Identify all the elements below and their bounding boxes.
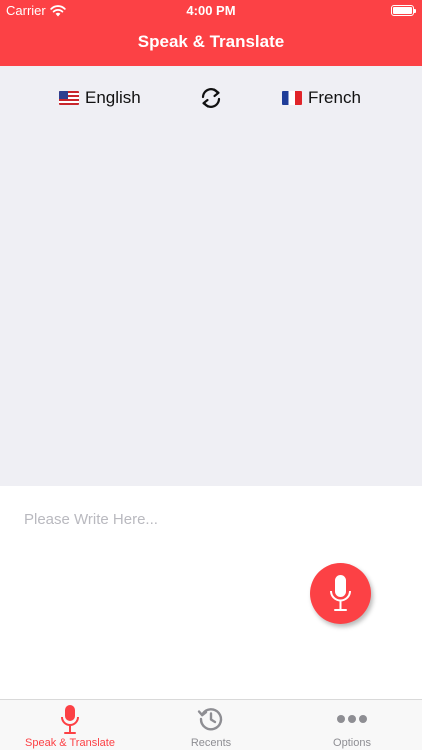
input-panel [0, 486, 422, 699]
app-header: Carrier 4:00 PM Speak & Translate [0, 0, 422, 66]
source-language-label: English [85, 88, 141, 107]
tab-label: Options [333, 737, 371, 749]
tab-recents[interactable]: Recents [141, 700, 281, 750]
microphone-icon [61, 705, 79, 734]
battery-icon [391, 5, 416, 16]
us-flag-icon [59, 91, 79, 105]
translation-output-area: English French [0, 66, 422, 486]
status-time: 4:00 PM [186, 3, 236, 18]
target-language-selector[interactable]: French [282, 86, 361, 110]
text-input[interactable] [22, 510, 406, 529]
tab-label: Recents [190, 737, 232, 749]
target-language-label: French [308, 88, 361, 107]
tab-bar: Speak & Translate Recents Options [0, 699, 422, 750]
tab-speak-translate[interactable]: Speak & Translate [0, 700, 140, 750]
more-dots-icon [337, 715, 367, 723]
tab-options[interactable]: Options [282, 700, 422, 750]
swap-arrows-icon[interactable] [198, 85, 224, 111]
status-bar: Carrier 4:00 PM [0, 0, 422, 22]
mic-button[interactable] [310, 563, 371, 624]
history-icon [197, 708, 223, 731]
microphone-icon [330, 575, 351, 611]
tab-label: Speak & Translate [25, 737, 115, 749]
page-title: Speak & Translate [137, 32, 285, 51]
france-flag-icon [282, 91, 302, 105]
source-language-selector[interactable]: English [59, 86, 141, 110]
